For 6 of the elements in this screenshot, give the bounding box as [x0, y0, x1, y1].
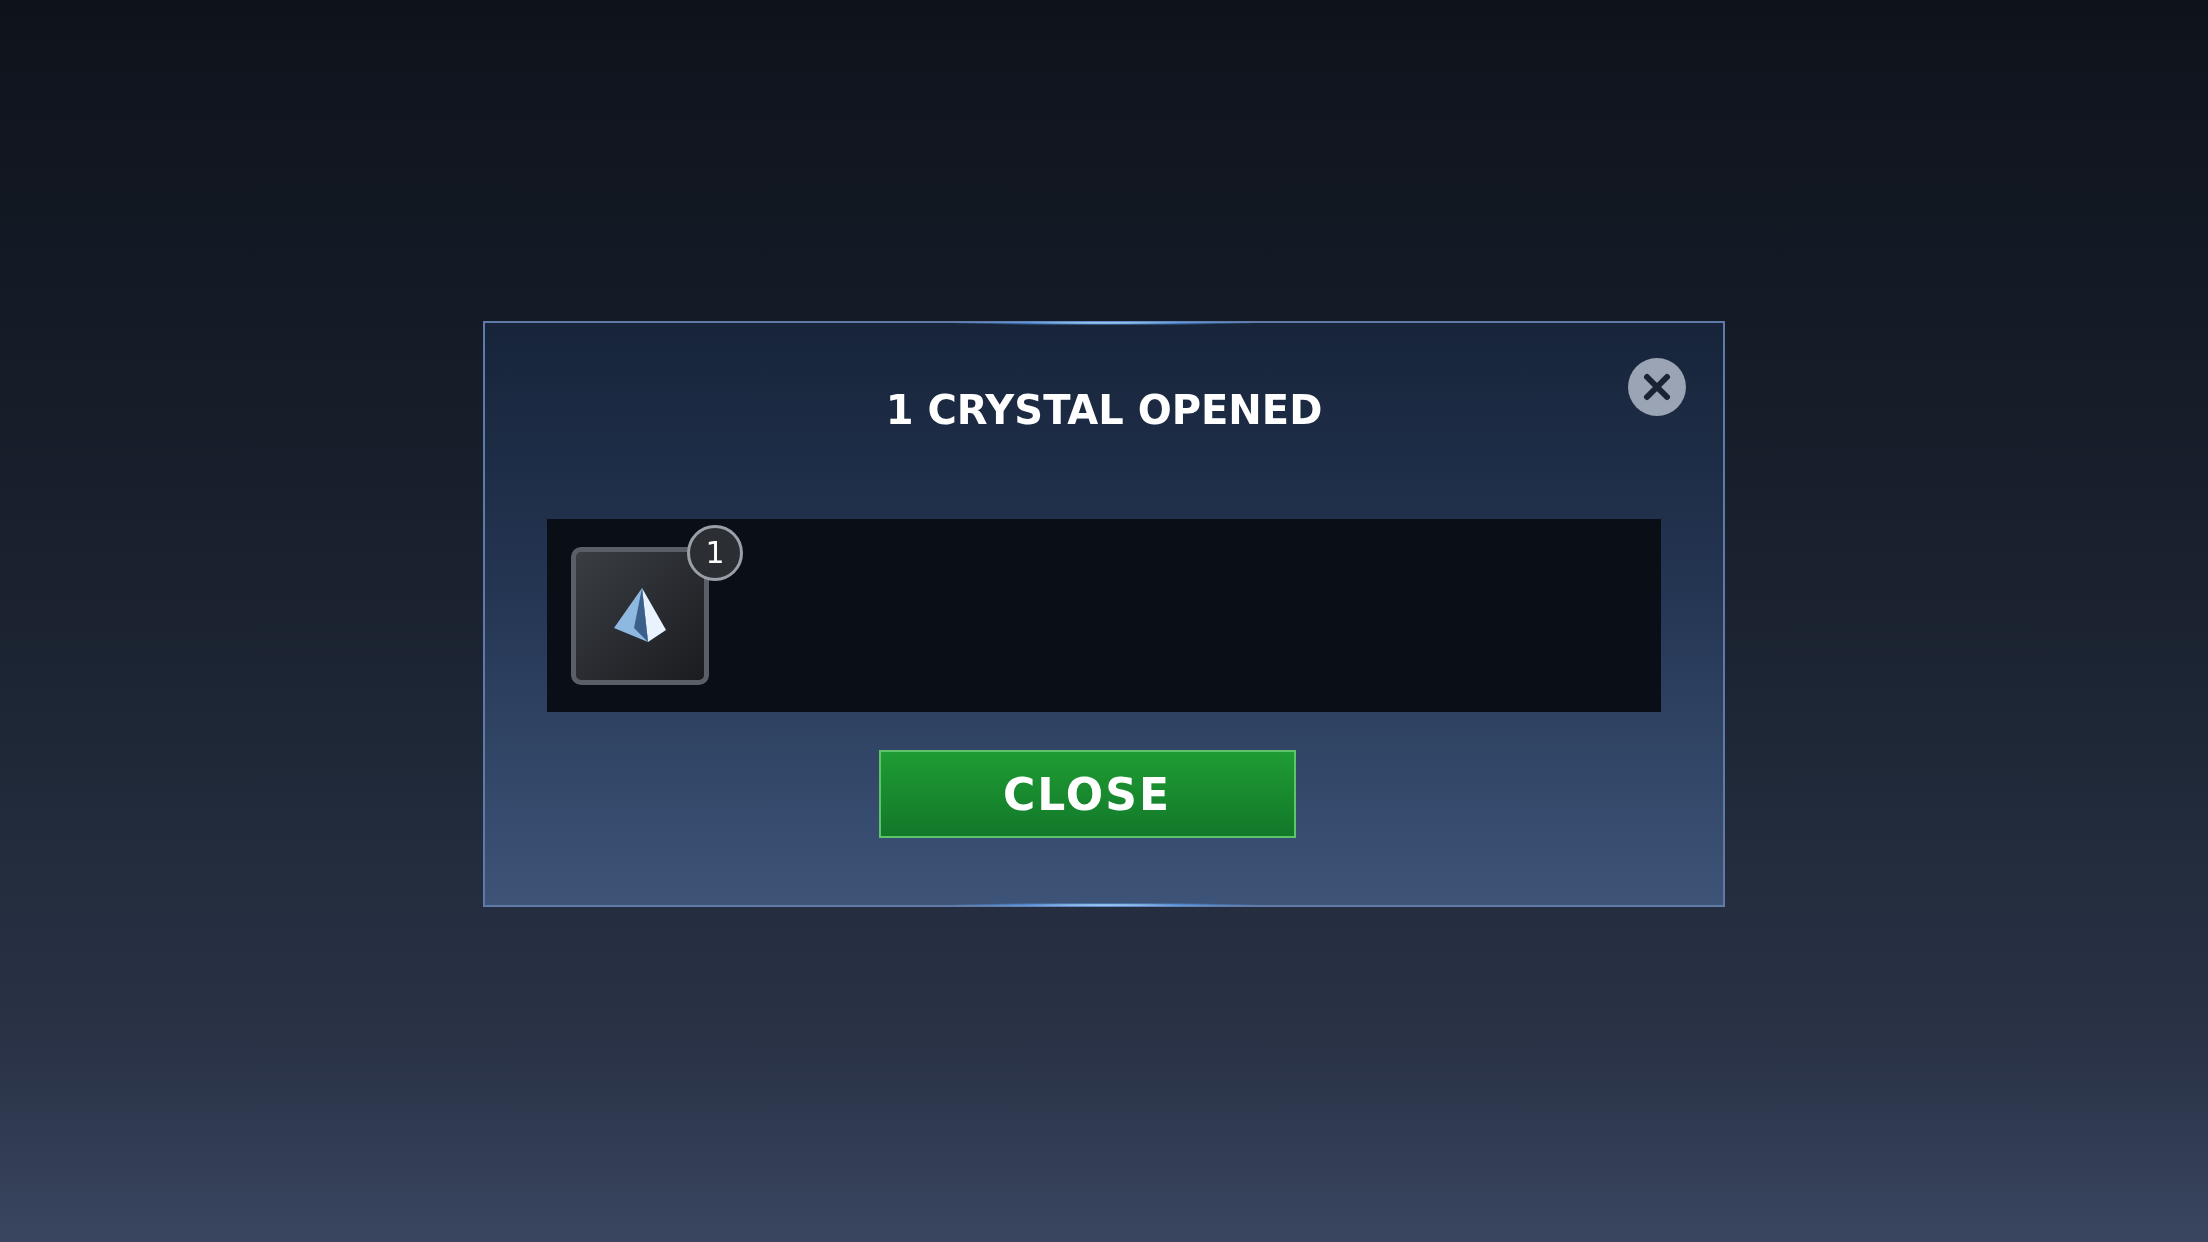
count-badge: 1 [687, 524, 743, 581]
close-button[interactable]: CLOSE [878, 750, 1296, 838]
close-icon [1643, 373, 1671, 401]
crystal-tile[interactable] [571, 546, 709, 685]
close-button[interactable] [1628, 358, 1686, 416]
dialog-title: 1 CRYSTAL OPENED [885, 386, 1323, 435]
